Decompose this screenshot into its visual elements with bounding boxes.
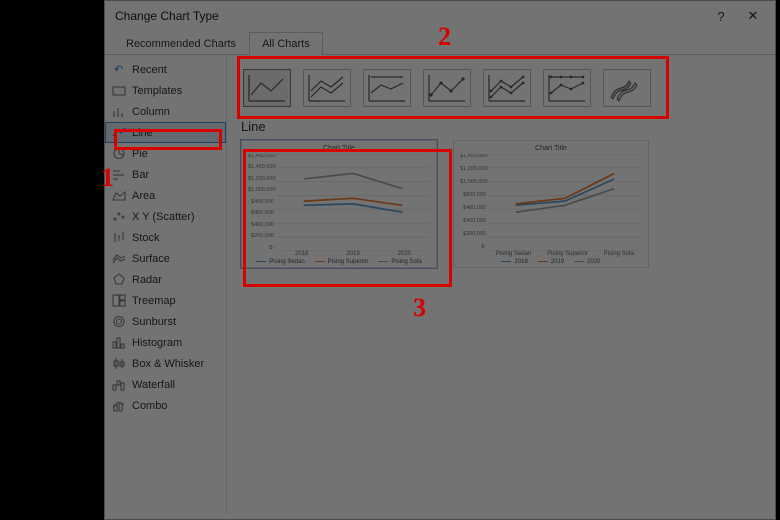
subtype-3d-line[interactable] (603, 69, 651, 107)
chart-subtype-panel: Line Chart Title $1,400,000$1,400,000$1,… (227, 55, 775, 515)
chart-previews: Chart Title $1,400,000$1,400,000$1,200,0… (237, 140, 765, 268)
selected-chart-type-name: Line (237, 119, 765, 140)
line-chart-icon (111, 126, 126, 140)
sunburst-chart-icon (111, 315, 126, 329)
undo-icon: ↶ (111, 63, 126, 77)
sidebar-item-treemap[interactable]: Treemap (105, 290, 226, 311)
bar-chart-icon (111, 168, 126, 182)
surface-chart-icon (111, 252, 126, 266)
sidebar-item-label: Radar (132, 274, 162, 286)
preview-x-axis: 201820192020 (248, 251, 430, 257)
dialog-title: Change Chart Type (115, 9, 705, 23)
sidebar-item-bar[interactable]: Bar (105, 164, 226, 185)
tab-all-charts[interactable]: All Charts (249, 32, 323, 55)
subtype-line[interactable] (243, 69, 291, 107)
dialog-titlebar: Change Chart Type ? ✕ (105, 1, 775, 31)
sidebar-item-surface[interactable]: Surface (105, 248, 226, 269)
subtype-100-stacked-line-markers[interactable] (543, 69, 591, 107)
histogram-chart-icon (111, 336, 126, 350)
sidebar-item-label: X Y (Scatter) (132, 211, 195, 223)
radar-chart-icon (111, 273, 126, 287)
sidebar-item-label: Line (132, 127, 153, 139)
sidebar-item-label: Surface (132, 253, 170, 265)
sidebar-item-label: Histogram (132, 337, 182, 349)
sidebar-item-label: Pie (132, 148, 148, 160)
preview-legend: Pising Sedan Pising Superior Pising Sofa (248, 259, 430, 265)
close-button[interactable]: ✕ (737, 3, 769, 29)
sidebar-item-pie[interactable]: Pie (105, 143, 226, 164)
preview-y-axis: $1,400,000$1,400,000$1,200,000$1,000,000… (248, 154, 276, 251)
sidebar-item-line[interactable]: Line (105, 122, 226, 143)
subtype-stacked-line[interactable] (303, 69, 351, 107)
sidebar-item-label: Waterfall (132, 379, 175, 391)
preview-legend: 2018 2019 2020 (460, 259, 642, 265)
sidebar-item-label: Sunburst (132, 316, 176, 328)
sidebar-item-sunburst[interactable]: Sunburst (105, 311, 226, 332)
subtype-100-stacked-line[interactable] (363, 69, 411, 107)
preview-title: Chart Title (460, 145, 642, 152)
subtype-line-markers[interactable] (423, 69, 471, 107)
sidebar-item-label: Stock (132, 232, 160, 244)
column-chart-icon (111, 105, 126, 119)
sidebar-item-templates[interactable]: Templates (105, 80, 226, 101)
change-chart-type-dialog: Change Chart Type ? ✕ Recommended Charts… (104, 0, 776, 520)
sidebar-item-box-whisker[interactable]: Box & Whisker (105, 353, 226, 374)
chart-subtype-row (237, 63, 765, 119)
tab-recommended-charts[interactable]: Recommended Charts (113, 32, 249, 55)
dialog-tabstrip: Recommended Charts All Charts (105, 31, 775, 55)
preview-plot-area (276, 154, 430, 251)
preview-title: Chart Title (248, 145, 430, 152)
sidebar-item-stock[interactable]: Stock (105, 227, 226, 248)
preview-x-axis: Pising SedanPising SuperiorPising Sofa (460, 251, 642, 257)
sidebar-item-scatter[interactable]: X Y (Scatter) (105, 206, 226, 227)
chart-preview-2[interactable]: Chart Title $1,400,000$1,200,000$1,000,0… (453, 140, 649, 268)
sidebar-item-area[interactable]: Area (105, 185, 226, 206)
sidebar-item-label: Combo (132, 400, 167, 412)
sidebar-item-histogram[interactable]: Histogram (105, 332, 226, 353)
sidebar-item-label: Treemap (132, 295, 176, 307)
sidebar-item-radar[interactable]: Radar (105, 269, 226, 290)
chart-preview-1[interactable]: Chart Title $1,400,000$1,400,000$1,200,0… (241, 140, 437, 268)
sidebar-item-label: Area (132, 190, 155, 202)
chart-category-sidebar: ↶ Recent Templates Column Line Pie Ba (105, 55, 227, 515)
stock-chart-icon (111, 231, 126, 245)
folder-icon (111, 84, 126, 98)
combo-chart-icon (111, 399, 126, 413)
sidebar-item-label: Column (132, 106, 170, 118)
sidebar-item-combo[interactable]: Combo (105, 395, 226, 416)
pie-chart-icon (111, 147, 126, 161)
preview-y-axis: $1,400,000$1,200,000$1,000,000$800,000$4… (460, 154, 488, 251)
sidebar-item-waterfall[interactable]: Waterfall (105, 374, 226, 395)
sidebar-item-label: Templates (132, 85, 182, 97)
sidebar-item-label: Box & Whisker (132, 358, 204, 370)
sidebar-item-label: Recent (132, 64, 167, 76)
sidebar-item-column[interactable]: Column (105, 101, 226, 122)
subtype-stacked-line-markers[interactable] (483, 69, 531, 107)
preview-plot-area (488, 154, 642, 251)
sidebar-item-label: Bar (132, 169, 149, 181)
help-button[interactable]: ? (705, 3, 737, 29)
box-whisker-chart-icon (111, 357, 126, 371)
area-chart-icon (111, 189, 126, 203)
waterfall-chart-icon (111, 378, 126, 392)
scatter-chart-icon (111, 210, 126, 224)
sidebar-item-recent[interactable]: ↶ Recent (105, 59, 226, 80)
treemap-chart-icon (111, 294, 126, 308)
